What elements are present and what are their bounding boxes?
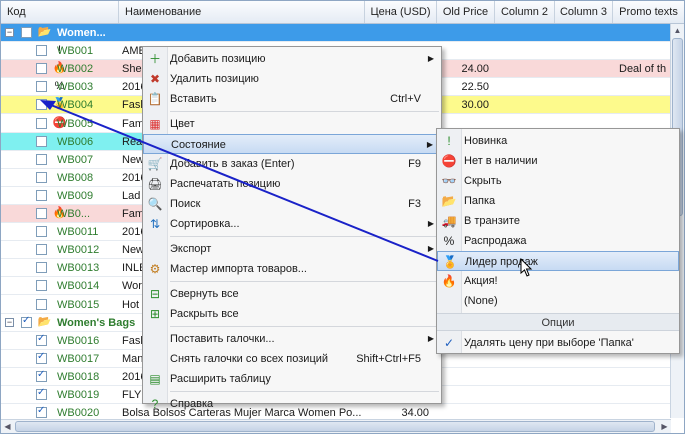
- annotation-arrow: [40, 100, 439, 262]
- mouse-cursor-icon: [520, 258, 533, 277]
